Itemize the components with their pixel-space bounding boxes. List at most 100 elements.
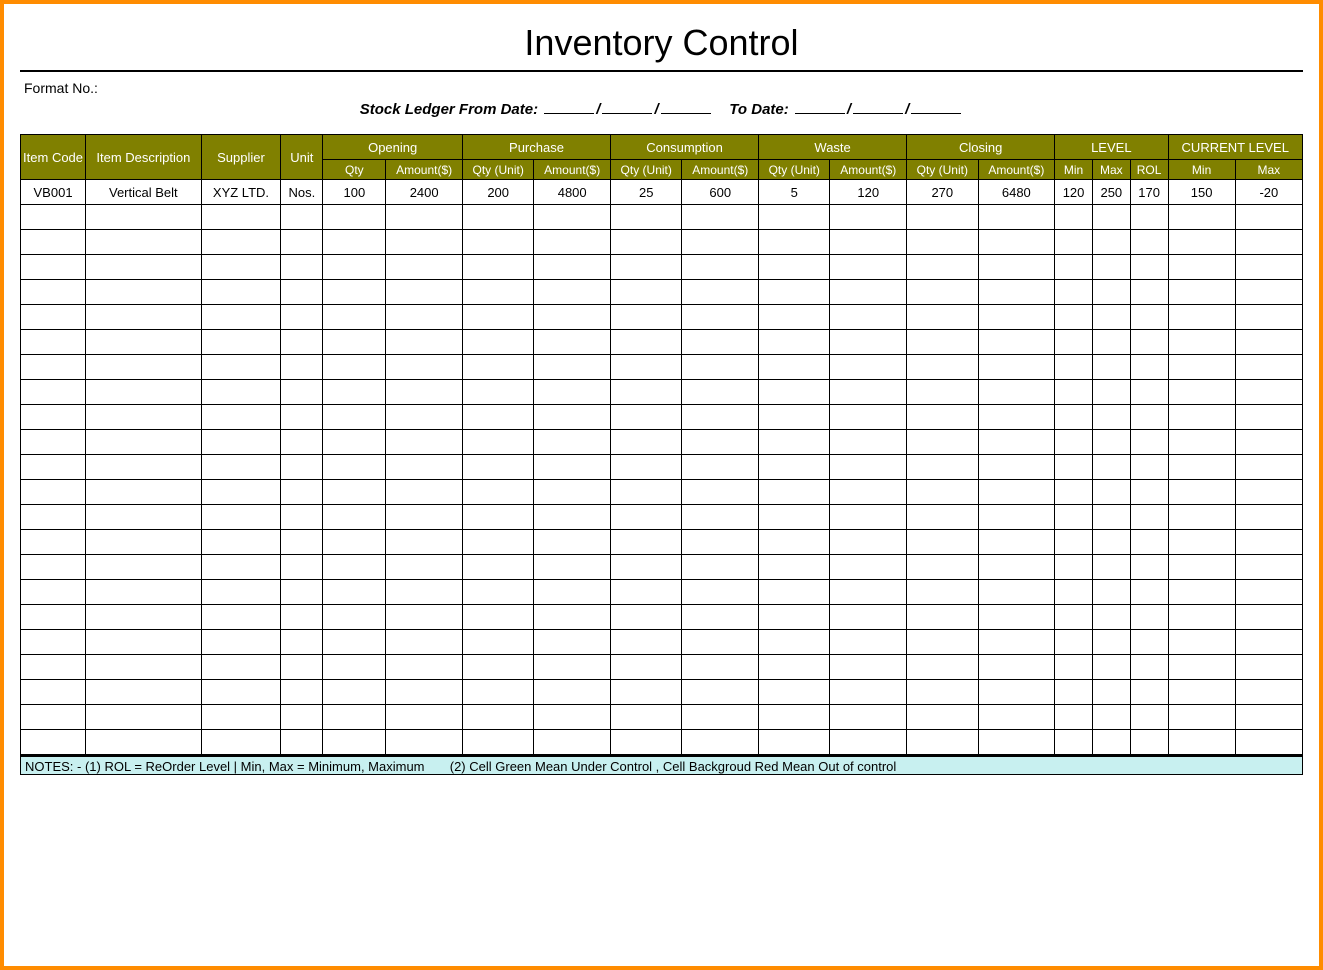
empty-cell[interactable] (1130, 605, 1168, 630)
empty-cell[interactable] (978, 305, 1055, 330)
from-date-month[interactable] (602, 100, 652, 114)
empty-cell[interactable] (534, 330, 611, 355)
empty-cell[interactable] (978, 230, 1055, 255)
cell-item-desc[interactable]: Vertical Belt (86, 180, 201, 205)
table-row[interactable] (21, 480, 1303, 505)
empty-cell[interactable] (86, 555, 201, 580)
empty-cell[interactable] (21, 305, 86, 330)
empty-cell[interactable] (1055, 280, 1093, 305)
table-row[interactable]: VB001 Vertical Belt XYZ LTD. Nos. 100 24… (21, 180, 1303, 205)
empty-cell[interactable] (759, 705, 830, 730)
empty-cell[interactable] (1130, 655, 1168, 680)
empty-cell[interactable] (830, 330, 907, 355)
empty-cell[interactable] (682, 655, 759, 680)
empty-cell[interactable] (386, 280, 463, 305)
empty-cell[interactable] (1235, 655, 1302, 680)
empty-cell[interactable] (462, 480, 533, 505)
empty-cell[interactable] (611, 380, 682, 405)
empty-cell[interactable] (1130, 480, 1168, 505)
empty-cell[interactable] (978, 455, 1055, 480)
empty-cell[interactable] (1168, 580, 1235, 605)
empty-cell[interactable] (611, 705, 682, 730)
empty-cell[interactable] (1092, 405, 1130, 430)
empty-cell[interactable] (907, 705, 978, 730)
empty-cell[interactable] (462, 305, 533, 330)
empty-cell[interactable] (21, 280, 86, 305)
empty-cell[interactable] (21, 380, 86, 405)
empty-cell[interactable] (1055, 605, 1093, 630)
empty-cell[interactable] (611, 305, 682, 330)
empty-cell[interactable] (907, 230, 978, 255)
empty-cell[interactable] (1055, 680, 1093, 705)
empty-cell[interactable] (1168, 355, 1235, 380)
empty-cell[interactable] (21, 705, 86, 730)
empty-cell[interactable] (281, 480, 323, 505)
empty-cell[interactable] (386, 480, 463, 505)
empty-cell[interactable] (1235, 205, 1302, 230)
empty-cell[interactable] (1092, 530, 1130, 555)
table-row[interactable] (21, 405, 1303, 430)
empty-cell[interactable] (978, 330, 1055, 355)
empty-cell[interactable] (907, 530, 978, 555)
empty-cell[interactable] (907, 680, 978, 705)
empty-cell[interactable] (386, 355, 463, 380)
empty-cell[interactable] (462, 455, 533, 480)
empty-cell[interactable] (907, 580, 978, 605)
empty-cell[interactable] (611, 655, 682, 680)
empty-cell[interactable] (1092, 505, 1130, 530)
empty-cell[interactable] (1235, 705, 1302, 730)
empty-cell[interactable] (682, 280, 759, 305)
empty-cell[interactable] (386, 555, 463, 580)
cell-current-max[interactable]: -20 (1235, 180, 1302, 205)
empty-cell[interactable] (759, 680, 830, 705)
empty-cell[interactable] (323, 630, 386, 655)
empty-cell[interactable] (281, 605, 323, 630)
empty-cell[interactable] (386, 605, 463, 630)
empty-cell[interactable] (386, 430, 463, 455)
empty-cell[interactable] (1235, 330, 1302, 355)
empty-cell[interactable] (759, 455, 830, 480)
empty-cell[interactable] (462, 605, 533, 630)
empty-cell[interactable] (1130, 455, 1168, 480)
empty-cell[interactable] (281, 355, 323, 380)
empty-cell[interactable] (281, 555, 323, 580)
empty-cell[interactable] (201, 705, 281, 730)
table-row[interactable] (21, 605, 1303, 630)
empty-cell[interactable] (1055, 305, 1093, 330)
empty-cell[interactable] (21, 730, 86, 755)
cell-level-min[interactable]: 120 (1055, 180, 1093, 205)
empty-cell[interactable] (323, 655, 386, 680)
empty-cell[interactable] (534, 605, 611, 630)
table-row[interactable] (21, 505, 1303, 530)
empty-cell[interactable] (386, 205, 463, 230)
empty-cell[interactable] (1168, 455, 1235, 480)
empty-cell[interactable] (1055, 730, 1093, 755)
empty-cell[interactable] (1092, 455, 1130, 480)
empty-cell[interactable] (611, 480, 682, 505)
empty-cell[interactable] (682, 580, 759, 605)
empty-cell[interactable] (534, 305, 611, 330)
empty-cell[interactable] (611, 280, 682, 305)
empty-cell[interactable] (682, 430, 759, 455)
table-row[interactable] (21, 730, 1303, 755)
empty-cell[interactable] (907, 405, 978, 430)
empty-cell[interactable] (1168, 205, 1235, 230)
empty-cell[interactable] (830, 455, 907, 480)
empty-cell[interactable] (534, 355, 611, 380)
empty-cell[interactable] (534, 455, 611, 480)
table-row[interactable] (21, 555, 1303, 580)
empty-cell[interactable] (386, 305, 463, 330)
empty-cell[interactable] (21, 355, 86, 380)
empty-cell[interactable] (281, 705, 323, 730)
empty-cell[interactable] (830, 255, 907, 280)
empty-cell[interactable] (978, 430, 1055, 455)
empty-cell[interactable] (281, 305, 323, 330)
empty-cell[interactable] (759, 405, 830, 430)
empty-cell[interactable] (1130, 355, 1168, 380)
empty-cell[interactable] (1168, 655, 1235, 680)
empty-cell[interactable] (830, 230, 907, 255)
empty-cell[interactable] (978, 205, 1055, 230)
empty-cell[interactable] (1235, 430, 1302, 455)
to-date-month[interactable] (853, 100, 903, 114)
empty-cell[interactable] (611, 255, 682, 280)
